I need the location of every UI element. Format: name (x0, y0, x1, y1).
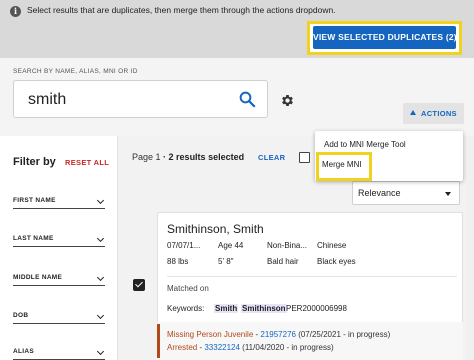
keyword-highlight: Smithinson (241, 304, 287, 313)
filter-label: LAST NAME (13, 235, 54, 242)
chevron-down-icon (96, 347, 105, 356)
caret-up-icon (410, 110, 416, 115)
sort-value: Relevance (358, 188, 401, 198)
age: Age 44 (218, 241, 244, 250)
search-input[interactable]: smith (13, 80, 268, 118)
filter-alias[interactable]: ALIAS (13, 346, 105, 360)
card-divider (167, 276, 457, 277)
hair: Bald hair (267, 257, 299, 266)
event-number-link[interactable]: 21957276 (260, 330, 296, 339)
keyword-id: PER2000006998 (286, 304, 347, 313)
view-selected-duplicates-button[interactable]: VIEW SELECTED DUPLICATES (2) (313, 26, 457, 49)
event-number-link[interactable]: 33322124 (204, 343, 240, 352)
dob: 07/07/1... (167, 241, 201, 250)
filter-label: DOB (13, 312, 29, 319)
keyword-highlight: Smith (214, 304, 239, 313)
actions-label: ACTIONS (421, 109, 457, 118)
event-status: (11/04/2020 - in progress) (239, 343, 334, 352)
selected-count: · 2 results selected (163, 152, 245, 162)
event-type: Missing Person Juvenile (167, 330, 254, 339)
search-label: SEARCH BY NAME, ALIAS, MNI OR ID (13, 68, 138, 75)
search-value: smith (28, 91, 67, 108)
search-icon[interactable] (238, 90, 256, 108)
event-row: Arrested - 33322124 (11/04/2020 - in pro… (167, 343, 334, 352)
actions-button[interactable]: ACTIONS (403, 103, 464, 124)
filter-first-name[interactable]: FIRST NAME (13, 195, 105, 209)
dropdown-arrow-icon (445, 192, 451, 196)
scrollbar[interactable] (466, 136, 474, 360)
select-all-checkbox[interactable] (299, 152, 310, 163)
filter-label: ALIAS (13, 348, 34, 355)
reset-all-button[interactable]: RESET ALL (65, 158, 109, 167)
banner-text: Select results that are duplicates, then… (27, 5, 336, 15)
result-checkbox[interactable] (133, 279, 145, 291)
gender: Non-Bina... (267, 241, 308, 250)
event-row: Missing Person Juvenile - 21957276 (07/2… (167, 330, 391, 339)
filter-dob[interactable]: DOB (13, 310, 105, 324)
ethnicity: Chinese (317, 241, 347, 250)
chevron-down-icon (96, 311, 105, 320)
clear-button[interactable]: CLEAR (258, 153, 285, 162)
matched-on-label: Matched on (167, 284, 209, 293)
sort-select[interactable]: Relevance (352, 181, 460, 205)
results-summary: Page 1 · 2 results selected (132, 152, 244, 162)
events-section (157, 322, 463, 360)
menu-item-add-to-merge-tool[interactable]: Add to MNI Merge Tool (324, 140, 406, 149)
chevron-down-icon (96, 234, 105, 243)
info-icon: i (10, 6, 21, 17)
filter-middle-name[interactable]: MIDDLE NAME (13, 272, 105, 286)
eyes: Black eyes (317, 257, 356, 266)
event-status: (07/25/2021 - in progress) (295, 330, 391, 339)
height: 5' 8" (218, 257, 234, 266)
filter-title: Filter by (13, 156, 56, 168)
chevron-down-icon (96, 196, 105, 205)
filter-label: FIRST NAME (13, 197, 56, 204)
keywords-label: Keywords: (167, 304, 205, 313)
page-indicator: Page 1 (132, 152, 161, 162)
weight: 88 lbs (167, 257, 189, 266)
event-type: Arrested (167, 343, 198, 352)
menu-item-merge-mni[interactable]: Merge MNI (322, 160, 362, 169)
gear-icon[interactable] (280, 93, 295, 108)
event-accent-bar (157, 324, 160, 358)
filter-label: MIDDLE NAME (13, 274, 63, 281)
filter-last-name[interactable]: LAST NAME (13, 233, 105, 247)
person-name[interactable]: Smithinson, Smith (167, 222, 264, 236)
chevron-down-icon (96, 273, 105, 282)
